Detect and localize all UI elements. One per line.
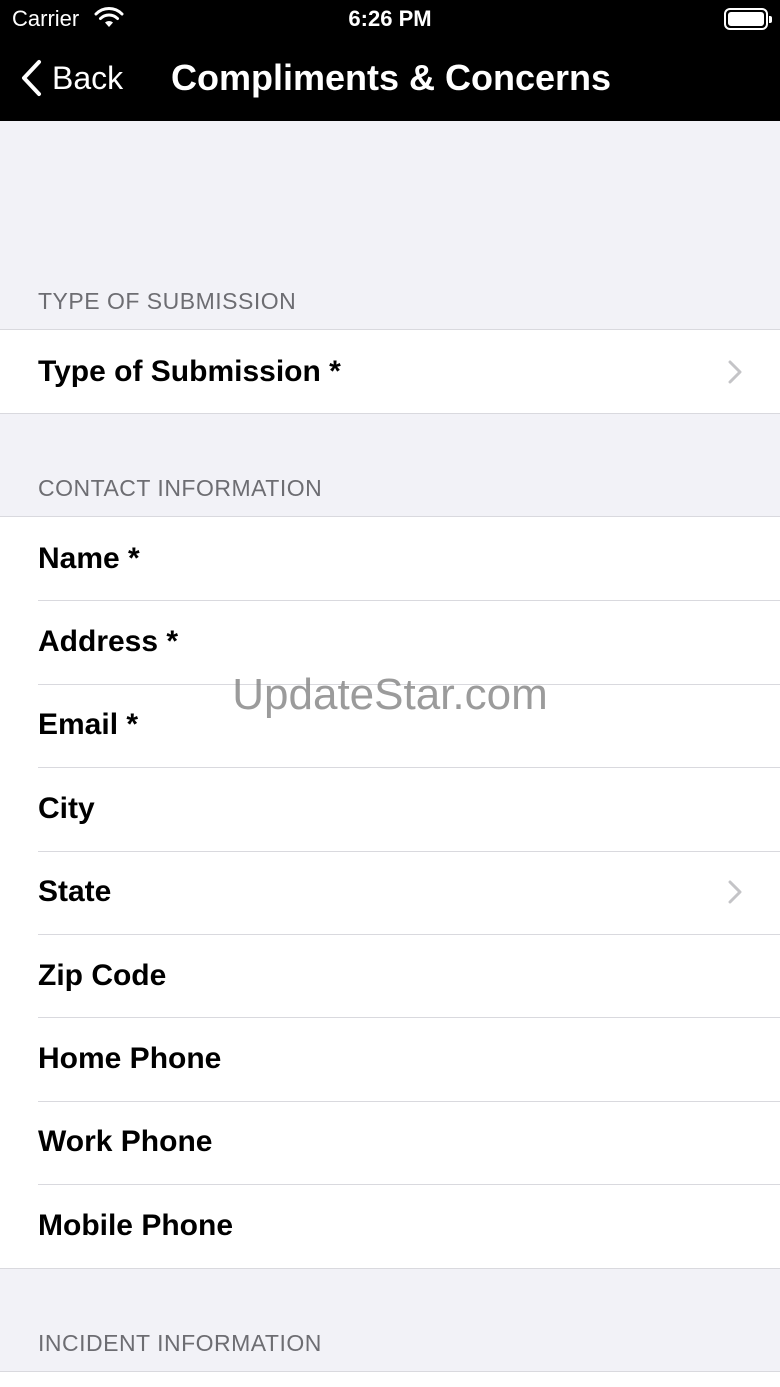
row-label: City [38, 791, 95, 825]
state-row[interactable]: State [0, 850, 780, 934]
zip-code-row[interactable]: Zip Code [0, 933, 780, 1017]
back-button[interactable]: Back [20, 56, 123, 100]
battery-icon [724, 8, 772, 30]
type-group: Type of Submission * [0, 329, 780, 415]
work-phone-row[interactable]: Work Phone [0, 1100, 780, 1184]
row-label: Name * [38, 541, 140, 575]
row-label: State [38, 875, 112, 909]
home-phone-row[interactable]: Home Phone [0, 1017, 780, 1100]
section-header-type: TYPE OF SUBMISSION [38, 288, 297, 314]
row-label: Home Phone [38, 1042, 222, 1076]
row-label: Zip Code [38, 958, 167, 992]
chevron-right-icon [728, 360, 742, 384]
section-header-contact: CONTACT INFORMATION [38, 475, 323, 501]
back-button-label: Back [52, 59, 124, 96]
chevron-right-icon [728, 880, 742, 904]
mobile-phone-row[interactable]: Mobile Phone [0, 1184, 780, 1267]
city-row[interactable]: City [0, 767, 780, 850]
page-title: Compliments & Concerns [171, 57, 612, 98]
email-row[interactable]: Email * [0, 683, 780, 767]
name-row[interactable]: Name * [0, 517, 780, 600]
row-label: Address * [38, 625, 179, 659]
row-label: Mobile Phone [38, 1208, 233, 1242]
navigation-bar: Carrier 6:26 PM Back Compliments & Conce… [0, 0, 780, 121]
type-of-submission-row[interactable]: Type of Submission * [0, 330, 780, 413]
contact-group: Name * Address * Email * City State Zip … [0, 516, 780, 1269]
row-label: Work Phone [38, 1125, 213, 1159]
address-row[interactable]: Address * [0, 600, 780, 683]
section-header-incident: INCIDENT INFORMATION [38, 1330, 322, 1356]
incident-group [0, 1371, 780, 1387]
chevron-left-icon [22, 60, 41, 96]
row-label: Email * [38, 708, 139, 742]
status-bar: Carrier 6:26 PM [0, 0, 780, 40]
status-time: 6:26 PM [348, 6, 432, 31]
row-label: Type of Submission * [38, 354, 341, 388]
